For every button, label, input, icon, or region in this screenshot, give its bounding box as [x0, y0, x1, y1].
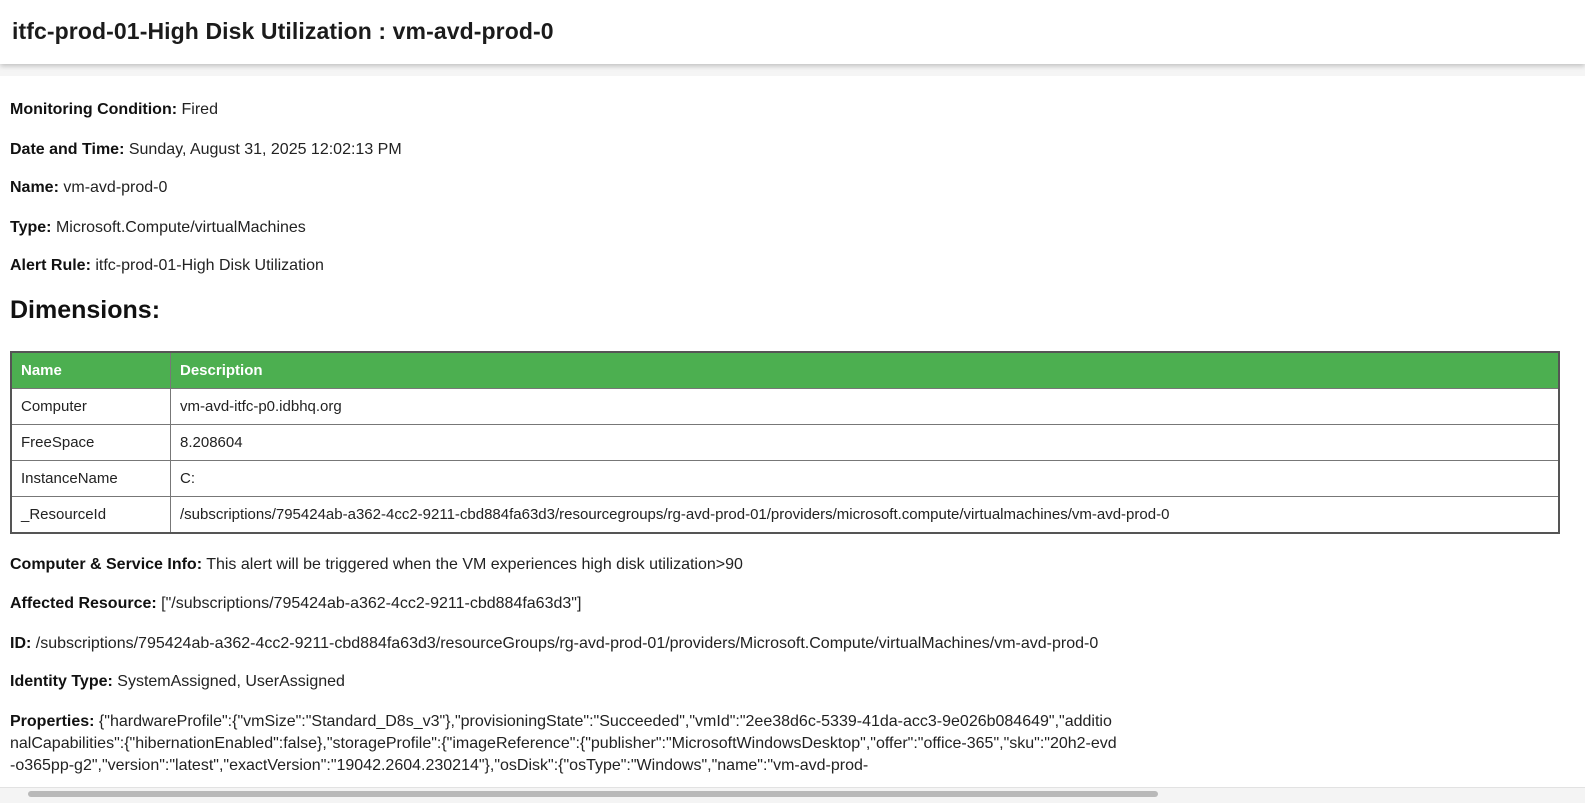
dimension-description-cell: vm-avd-itfc-p0.idbhq.org — [170, 388, 1560, 425]
service-info-label: Computer & Service Info: — [10, 556, 203, 573]
header-divider — [0, 64, 1585, 76]
type-value: Microsoft.Compute/virtualMachines — [55, 219, 306, 236]
affected-resource-field: Affected Resource: ["/subscriptions/7954… — [10, 594, 581, 614]
service-info-value: This alert will be triggered when the VM… — [206, 556, 743, 573]
dimension-description-cell: 8.208604 — [170, 424, 1560, 461]
properties-label: Properties: — [10, 713, 95, 730]
id-label: ID: — [10, 635, 32, 652]
monitoring-condition-field: Monitoring Condition: Fired — [10, 100, 218, 120]
page-header: itfc-prod-01-High Disk Utilization : vm-… — [0, 0, 1585, 64]
affected-resource-value: ["/subscriptions/795424ab-a362-4cc2-9211… — [161, 595, 582, 612]
horizontal-scrollbar[interactable] — [0, 787, 1585, 803]
dimension-description-cell: /subscriptions/795424ab-a362-4cc2-9211-c… — [170, 496, 1560, 534]
table-row: Computer vm-avd-itfc-p0.idbhq.org — [10, 388, 1560, 425]
id-value: /subscriptions/795424ab-a362-4cc2-9211-c… — [35, 635, 1099, 652]
type-field: Type: Microsoft.Compute/virtualMachines — [10, 218, 306, 238]
properties-field: Properties: {"hardwareProfile":{"vmSize"… — [10, 711, 1120, 785]
dimension-name-cell: Computer — [10, 388, 171, 425]
properties-value: {"hardwareProfile":{"vmSize":"Standard_D… — [10, 713, 1117, 774]
page-title: itfc-prod-01-High Disk Utilization : vm-… — [12, 18, 554, 44]
column-header-name: Name — [10, 351, 171, 389]
service-info-field: Computer & Service Info: This alert will… — [10, 555, 743, 575]
dimension-description-cell: C: — [170, 460, 1560, 497]
dimensions-heading: Dimensions: — [10, 296, 161, 324]
alert-rule-field: Alert Rule: itfc-prod-01-High Disk Utili… — [10, 256, 324, 276]
id-field: ID: /subscriptions/795424ab-a362-4cc2-92… — [10, 634, 1098, 654]
name-label: Name: — [10, 179, 59, 196]
identity-type-value: SystemAssigned, UserAssigned — [117, 673, 345, 690]
monitoring-condition-value: Fired — [181, 101, 218, 118]
monitoring-condition-label: Monitoring Condition: — [10, 101, 178, 118]
alert-rule-label: Alert Rule: — [10, 257, 91, 274]
dimension-name-cell: _ResourceId — [10, 496, 171, 534]
identity-type-label: Identity Type: — [10, 673, 113, 690]
table-row: FreeSpace 8.208604 — [10, 424, 1560, 461]
dimensions-table: Name Description Computer vm-avd-itfc-p0… — [10, 351, 1560, 534]
alert-rule-value: itfc-prod-01-High Disk Utilization — [95, 257, 324, 274]
column-header-description: Description — [170, 351, 1560, 389]
table-header-row: Name Description — [10, 351, 1560, 389]
affected-resource-label: Affected Resource: — [10, 595, 157, 612]
type-label: Type: — [10, 219, 52, 236]
table-row: InstanceName C: — [10, 460, 1560, 497]
scrollbar-thumb[interactable] — [28, 791, 1158, 797]
dimension-name-cell: InstanceName — [10, 460, 171, 497]
date-time-label: Date and Time: — [10, 141, 125, 158]
table-row: _ResourceId /subscriptions/795424ab-a362… — [10, 496, 1560, 534]
identity-type-field: Identity Type: SystemAssigned, UserAssig… — [10, 672, 345, 692]
name-value: vm-avd-prod-0 — [63, 179, 168, 196]
date-time-field: Date and Time: Sunday, August 31, 2025 1… — [10, 140, 402, 160]
dimension-name-cell: FreeSpace — [10, 424, 171, 461]
name-field: Name: vm-avd-prod-0 — [10, 178, 167, 198]
date-time-value: Sunday, August 31, 2025 12:02:13 PM — [128, 141, 402, 158]
